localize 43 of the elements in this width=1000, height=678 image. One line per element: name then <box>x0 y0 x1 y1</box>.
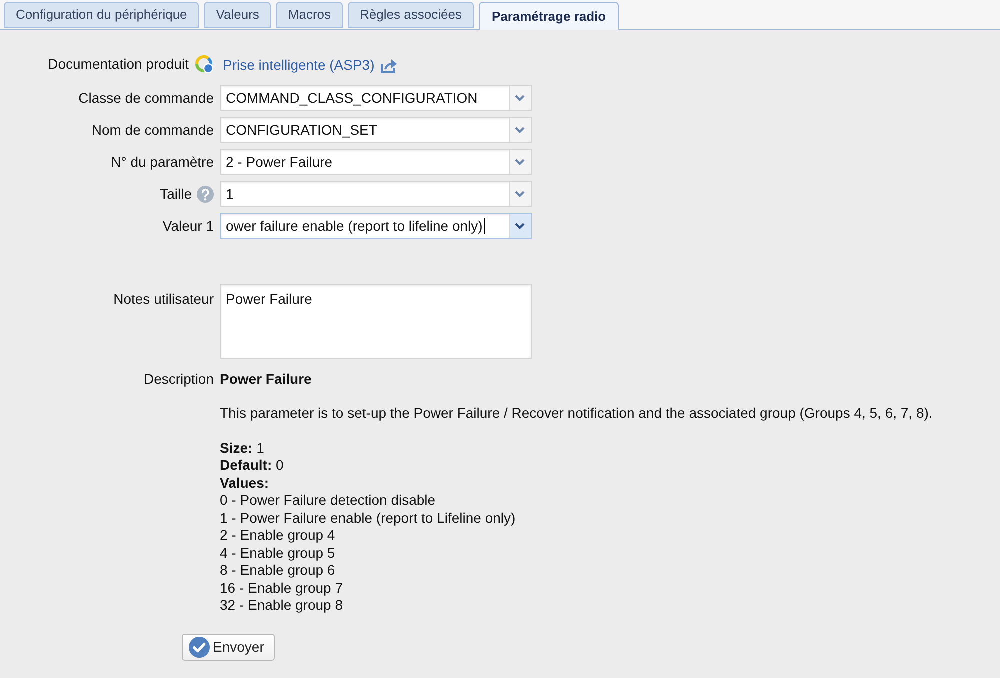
dropdown[interactable]: 1 <box>220 181 532 207</box>
values-heading: Values: <box>220 474 270 492</box>
tab[interactable]: Règles associées <box>348 2 474 28</box>
field-label: Valeur 1 <box>162 216 214 236</box>
description-text: This parameter is to set-up the Power Failure / Recover notification and the associated group (Groups 4, 5, 6, 7, 8). <box>220 405 933 422</box>
field-label: Nom de commande <box>92 120 214 140</box>
tab[interactable]: Valeurs <box>204 2 272 28</box>
dropdown[interactable]: ower failure enable (report to lifeline only) <box>220 213 532 239</box>
field-label: N° du paramètre <box>111 152 214 172</box>
text-cursor <box>484 218 485 234</box>
value-line: 0 - Power Failure detection disable <box>220 492 436 510</box>
dropdown[interactable]: 2 - Power Failure <box>220 149 532 175</box>
external-link-icon[interactable] <box>380 58 398 74</box>
dropdown[interactable]: CONFIGURATION_SET <box>220 117 532 143</box>
tab[interactable]: Macros <box>276 2 344 28</box>
chevron-down-icon[interactable] <box>509 118 531 142</box>
value-line: 8 - Enable group 6 <box>220 562 336 580</box>
value-line: 4 - Enable group 5 <box>220 544 336 562</box>
value-line: 2 - Enable group 4 <box>220 527 336 544</box>
check-circle-icon <box>189 636 210 658</box>
chevron-down-icon[interactable] <box>509 214 531 238</box>
tab[interactable]: Configuration du périphérique <box>4 2 200 28</box>
chevron-down-icon[interactable] <box>509 86 531 110</box>
notes-field[interactable]: Power Failure <box>220 284 532 359</box>
ring-icon <box>194 54 214 74</box>
field-label: Notes utilisateur <box>114 290 214 309</box>
value-line: 32 - Enable group 8 <box>220 597 343 614</box>
detail-line: Size: 1 <box>220 440 264 457</box>
description-title: Power Failure <box>220 370 312 388</box>
chevron-down-icon[interactable] <box>509 182 531 206</box>
value-line: 1 - Power Failure enable (report to Lifeline only) <box>220 510 516 527</box>
help-icon[interactable] <box>197 186 214 202</box>
chevron-down-icon[interactable] <box>509 150 531 174</box>
field-label: Taille <box>160 184 192 204</box>
field-label: Classe de commande <box>78 88 214 108</box>
tab[interactable]: Paramétrage radio <box>478 2 620 30</box>
field-label: Documentation produit <box>48 54 189 74</box>
field-label: Description <box>144 370 214 389</box>
dropdown[interactable]: COMMAND_CLASS_CONFIGURATION <box>220 85 532 111</box>
product-link[interactable]: Prise intelligente (ASP3) <box>223 55 375 76</box>
submit-button[interactable]: Envoyer <box>182 634 276 660</box>
detail-line: Default: 0 <box>220 457 284 474</box>
value-line: 16 - Enable group 7 <box>220 580 343 597</box>
